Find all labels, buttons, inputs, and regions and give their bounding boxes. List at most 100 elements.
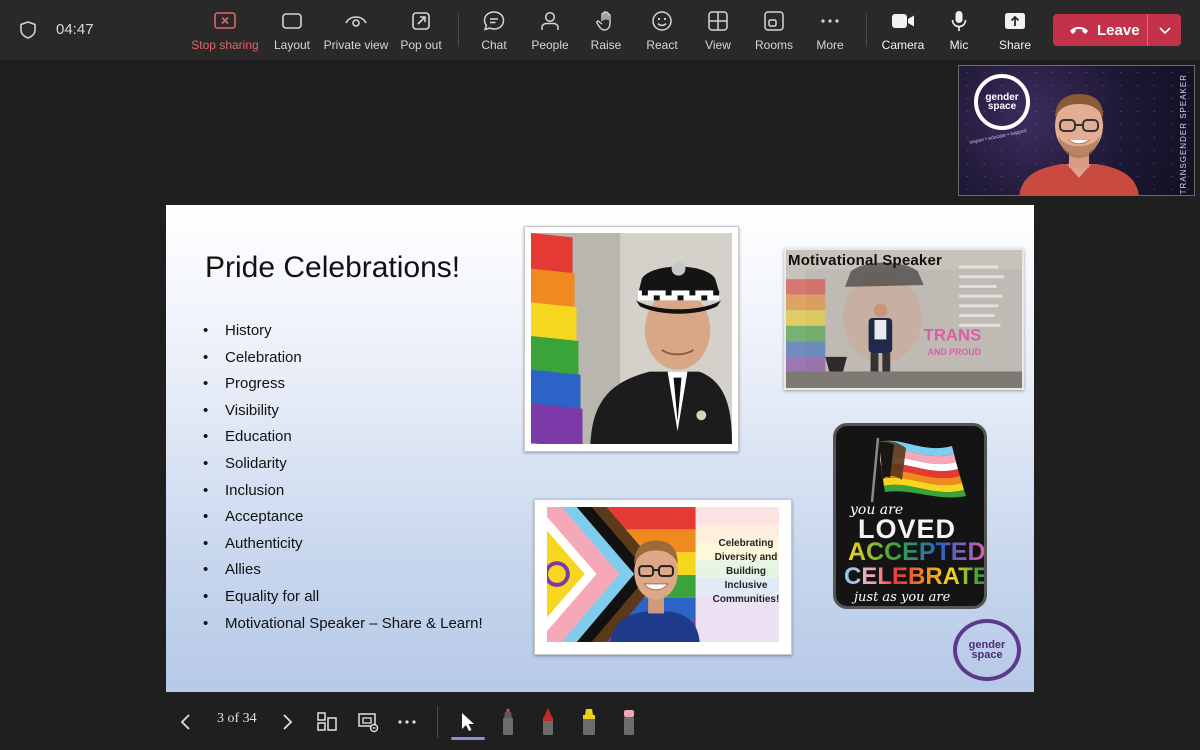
grid-view-button[interactable]	[314, 708, 340, 736]
caption-line: Diversity and	[714, 552, 778, 563]
laser-pen-icon	[503, 708, 513, 735]
private-view-button[interactable]: Private view	[321, 10, 391, 56]
leave-options-button[interactable]	[1148, 14, 1181, 46]
gender-space-slide-logo: gender space	[953, 619, 1021, 681]
highlighter-icon	[583, 709, 595, 735]
share-button[interactable]: Share	[980, 10, 1050, 56]
slide-page-count: 3 of 34	[217, 711, 257, 726]
bullet-item: Celebration	[202, 345, 483, 372]
trans-overlay-text: TRANS	[924, 325, 982, 344]
diversity-caption: Celebrating Diversity and Building Inclu…	[703, 537, 779, 607]
chevron-right-icon	[283, 714, 293, 730]
grid-icon	[708, 11, 728, 31]
chevron-down-icon	[1158, 27, 1171, 35]
next-slide-button[interactable]	[277, 708, 297, 736]
red-pen-icon	[543, 708, 553, 735]
bullet-item: Acceptance	[202, 504, 483, 531]
loved-accepted-celebrated-badge: you are LOVED ACCEPTED& CELEBRATED just …	[833, 423, 987, 609]
presenter-view-icon	[358, 713, 379, 733]
badge-celebrated: CELEBRATED	[844, 563, 984, 591]
badge-accepted-word: ACCEPTED	[848, 538, 986, 566]
badge-ampersand: &	[986, 544, 987, 565]
chevron-left-icon	[180, 714, 190, 730]
red-pen-button[interactable]	[537, 708, 559, 736]
pop-out-button[interactable]: Pop out	[386, 10, 456, 56]
people-icon	[541, 11, 559, 30]
toolbar-divider	[866, 14, 867, 46]
slide-logo-line2: space	[971, 649, 1003, 661]
photo-caption-title: Motivational Speaker	[788, 252, 943, 269]
leave-button[interactable]: Leave	[1053, 14, 1147, 46]
presenter-more-button[interactable]	[394, 708, 420, 736]
pop-out-icon	[412, 12, 430, 30]
slides-grid-icon	[317, 712, 337, 731]
eye-icon	[345, 16, 367, 27]
highlighter-button[interactable]	[578, 708, 600, 736]
bullet-item: Progress	[202, 371, 483, 398]
bullet-item: Solidarity	[202, 451, 483, 478]
shared-slide: Pride Celebrations! History Celebration …	[166, 205, 1034, 692]
caption-line: Building	[726, 566, 766, 577]
stop-sharing-label: Stop sharing	[191, 38, 259, 52]
caption-line: Celebrating	[718, 538, 774, 549]
layout-button[interactable]: Layout	[257, 10, 327, 56]
previous-slide-button[interactable]	[176, 708, 196, 736]
waving-flag-icon	[870, 437, 966, 502]
officer-pride-flag-image	[531, 233, 732, 444]
bullet-item: History	[202, 318, 483, 345]
hand-icon	[596, 11, 611, 31]
pop-out-label: Pop out	[400, 38, 442, 52]
caption-line: Inclusive	[724, 580, 768, 591]
phone-hangup-icon	[1070, 26, 1088, 34]
mic-icon	[951, 11, 967, 31]
speaker-stage-image: TRANS AND PROUD	[786, 250, 1022, 388]
bullet-item: Inclusion	[202, 478, 483, 505]
layout-icon	[282, 13, 302, 29]
more-button[interactable]: More	[795, 10, 865, 56]
active-tool-indicator	[451, 737, 485, 740]
video-side-label: TRANSGENDER SPEAKER	[1179, 74, 1188, 195]
participant-video[interactable]: gender space inspire • educate • support …	[958, 65, 1195, 196]
bullet-item: Education	[202, 424, 483, 451]
bullet-item: Equality for all	[202, 584, 483, 611]
caption-line: Communities!	[712, 594, 779, 605]
more-icon	[821, 19, 839, 23]
leave-button-group: Leave	[1053, 14, 1181, 46]
bullet-item: Motivational Speaker – Share & Learn!	[202, 611, 483, 638]
proud-overlay-text: AND PROUD	[928, 347, 981, 357]
eraser-icon	[624, 710, 634, 735]
meeting-timer: 04:47	[56, 21, 94, 38]
layout-label: Layout	[273, 38, 311, 52]
chat-icon	[483, 11, 505, 31]
meeting-toolbar: 04:47 Stop sharing Layout Private view P…	[0, 0, 1200, 60]
shield-icon[interactable]	[18, 20, 38, 40]
celebrating-diversity-photo: Celebrating Diversity and Building Inclu…	[534, 499, 792, 655]
rooms-icon	[764, 11, 784, 31]
camera-icon	[892, 14, 914, 28]
cursor-arrow-icon	[462, 713, 474, 731]
badge-just-as-you-are: just as you are	[854, 590, 951, 605]
share-label: Share	[998, 38, 1032, 52]
slide-title: Pride Celebrations!	[205, 251, 461, 284]
share-icon	[1005, 13, 1025, 29]
motivational-speaker-photo: TRANS AND PROUD Motivational Speaker	[784, 248, 1024, 390]
participant-figure	[1019, 94, 1139, 195]
presenter-divider	[437, 706, 438, 738]
stop-sharing-button[interactable]: Stop sharing	[190, 10, 260, 56]
bullet-item: Visibility	[202, 398, 483, 425]
private-view-label: Private view	[323, 38, 389, 52]
police-officer-photo	[524, 226, 739, 452]
laser-pointer-button[interactable]	[497, 708, 519, 736]
more-icon	[398, 720, 416, 724]
presenter-view-button[interactable]	[355, 708, 381, 736]
eraser-button[interactable]	[618, 708, 640, 736]
bullet-item: Authenticity	[202, 531, 483, 558]
bullet-item: Allies	[202, 557, 483, 584]
slide-bullet-list: History Celebration Progress Visibility …	[202, 318, 483, 637]
more-label: More	[816, 38, 844, 52]
diversity-card: Celebrating Diversity and Building Inclu…	[547, 507, 779, 642]
leave-label: Leave	[1097, 21, 1140, 39]
pointer-tool-button[interactable]	[455, 708, 481, 736]
smiley-icon	[652, 11, 672, 31]
stop-share-icon	[214, 12, 236, 29]
